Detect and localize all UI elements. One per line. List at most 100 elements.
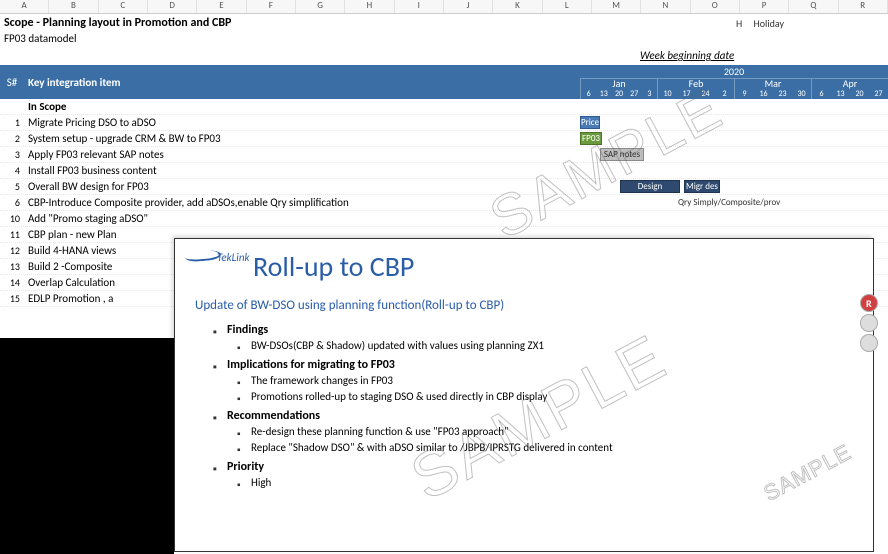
row-number: 1 xyxy=(0,116,24,129)
row-gantt: FP03 xyxy=(580,131,888,146)
holiday-label: Holiday xyxy=(754,17,784,30)
column-header-cell[interactable]: K xyxy=(493,0,542,13)
row-gantt: Price xyxy=(580,115,888,130)
slide-bullet: High xyxy=(237,476,853,489)
table-row[interactable]: 6CBP-Introduce Composite provider, add a… xyxy=(0,195,888,211)
header-day: 6 xyxy=(581,89,596,99)
week-beginning-label: Week beginning date xyxy=(640,49,734,62)
header-day: 20 xyxy=(611,89,626,99)
traffic-yellow-icon xyxy=(860,314,878,332)
gantt-bar[interactable]: Migr des xyxy=(684,180,720,193)
header-month: Feb1017242 xyxy=(657,79,734,99)
row-gantt: Design Migr des xyxy=(580,179,888,194)
table-row[interactable]: 3Apply FP03 relevant SAP notes SAP notes xyxy=(0,147,888,163)
header-calendar: 2020 Jan61320273Feb1017242Mar9162330Apr6… xyxy=(580,65,888,99)
header-year: 2020 xyxy=(580,65,888,79)
traffic-red-icon xyxy=(860,294,878,312)
traffic-light-icon xyxy=(858,294,880,352)
column-header-cell[interactable]: E xyxy=(197,0,246,13)
row-text: Add "Promo staging aDSO" xyxy=(24,212,580,225)
header-day: 27 xyxy=(869,89,888,99)
column-header-cell[interactable]: L xyxy=(543,0,592,13)
table-row[interactable]: 5Overall BW design for FP03DesignMigr de… xyxy=(0,179,888,195)
row-number: 11 xyxy=(0,228,24,241)
sheet-title: Scope - Planning layout in Promotion and… xyxy=(4,16,231,30)
header-month-days: 9162330 xyxy=(735,89,811,99)
sheet-subtitle: FP03 datamodel xyxy=(0,32,888,47)
slide-section-heading: RecommendationsRe-design these planning … xyxy=(213,409,853,454)
header-month: Jan61320273 xyxy=(580,79,657,99)
row-text: System setup - upgrade CRM & BW to FP03 xyxy=(24,132,580,145)
column-header-cell[interactable]: D xyxy=(148,0,197,13)
column-header-cell[interactable]: A xyxy=(0,0,49,13)
slide-logo-text: TekLink xyxy=(217,251,250,264)
gantt-bar[interactable]: FP03 xyxy=(580,132,602,145)
slide-bullet: The framework changes in FP03 xyxy=(237,374,853,387)
row-number: 13 xyxy=(0,260,24,273)
slide-section-heading: PriorityHigh xyxy=(213,460,853,489)
slide-bullet: Promotions rolled-up to staging DSO & us… xyxy=(237,390,853,403)
column-header-cell[interactable]: C xyxy=(99,0,148,13)
column-header-cell[interactable]: J xyxy=(444,0,493,13)
column-header-cell[interactable]: N xyxy=(641,0,690,13)
gantt-bar-label: Qry Simply/Composite/prov xyxy=(678,197,780,208)
gantt-header: S# Key integration item 2020 Jan61320273… xyxy=(0,65,888,99)
header-day: 24 xyxy=(696,89,715,99)
column-header-cell[interactable]: I xyxy=(395,0,444,13)
header-day: 10 xyxy=(658,89,677,99)
slide-title: Roll-up to CBP xyxy=(253,249,853,284)
traffic-green-icon xyxy=(860,334,878,352)
header-month: Mar9162330 xyxy=(734,79,811,99)
row-number: 15 xyxy=(0,292,24,305)
header-day: 2 xyxy=(715,89,734,99)
row-text: Install FP03 business content xyxy=(24,164,580,177)
table-row[interactable]: 10Add "Promo staging aDSO" xyxy=(0,211,888,227)
header-month: Apr6132027 xyxy=(811,79,888,99)
slide-bullet: Replace "Shadow DSO" & with aDSO similar… xyxy=(237,441,853,454)
section-label: In Scope xyxy=(24,100,580,113)
header-day: 16 xyxy=(754,89,773,99)
table-row[interactable]: 4Install FP03 business content xyxy=(0,163,888,179)
gantt-bar[interactable]: SAP notes xyxy=(600,148,644,161)
slide-body: FindingsBW-DSOs(CBP & Shadow) updated wi… xyxy=(213,323,853,489)
row-number: 5 xyxy=(0,180,24,193)
column-header-cell[interactable]: Q xyxy=(789,0,838,13)
column-header-cell[interactable]: R xyxy=(839,0,888,13)
slide-bullet: Re-design these planning function & use … xyxy=(237,425,853,438)
row-text: Apply FP03 relevant SAP notes xyxy=(24,148,580,161)
section-row: In Scope xyxy=(0,99,888,115)
row-number: 12 xyxy=(0,244,24,257)
gantt-bar[interactable]: Price xyxy=(580,116,600,129)
table-row[interactable]: 2System setup - upgrade CRM & BW to FP03… xyxy=(0,131,888,147)
row-number: 3 xyxy=(0,148,24,161)
row-number: 6 xyxy=(0,196,24,209)
table-row[interactable]: 1Migrate Pricing DSO to aDSOPrice xyxy=(0,115,888,131)
slide-overlay[interactable]: TekLink Roll-up to CBP Update of BW-DSO … xyxy=(174,238,874,552)
column-header-cell[interactable]: O xyxy=(691,0,740,13)
slide-bullet: BW-DSOs(CBP & Shadow) updated with value… xyxy=(237,339,853,352)
header-day: 13 xyxy=(596,89,611,99)
slide-section-heading: Implications for migrating to FP03The fr… xyxy=(213,358,853,403)
header-month-name: Jan xyxy=(581,79,657,89)
header-day: 3 xyxy=(642,89,657,99)
column-header-cell[interactable]: F xyxy=(247,0,296,13)
header-day: 30 xyxy=(792,89,811,99)
row-gantt xyxy=(580,163,888,178)
row-number: 4 xyxy=(0,164,24,177)
header-month-name: Apr xyxy=(812,79,888,89)
column-header-cell[interactable]: B xyxy=(49,0,98,13)
column-header-cell[interactable]: M xyxy=(592,0,641,13)
row-gantt xyxy=(580,211,888,226)
row-number: 14 xyxy=(0,276,24,289)
holiday-key: H xyxy=(736,17,742,30)
header-day: 9 xyxy=(735,89,754,99)
header-day: 6 xyxy=(812,89,831,99)
header-sn: S# xyxy=(0,65,24,99)
gantt-bar[interactable]: Design xyxy=(620,180,680,193)
row-number: 2 xyxy=(0,132,24,145)
row-gantt: SAP notes xyxy=(580,147,888,162)
column-header-cell[interactable]: H xyxy=(345,0,394,13)
header-key: Key integration item xyxy=(24,65,580,99)
column-header-cell[interactable]: P xyxy=(740,0,789,13)
column-header-cell[interactable]: G xyxy=(296,0,345,13)
